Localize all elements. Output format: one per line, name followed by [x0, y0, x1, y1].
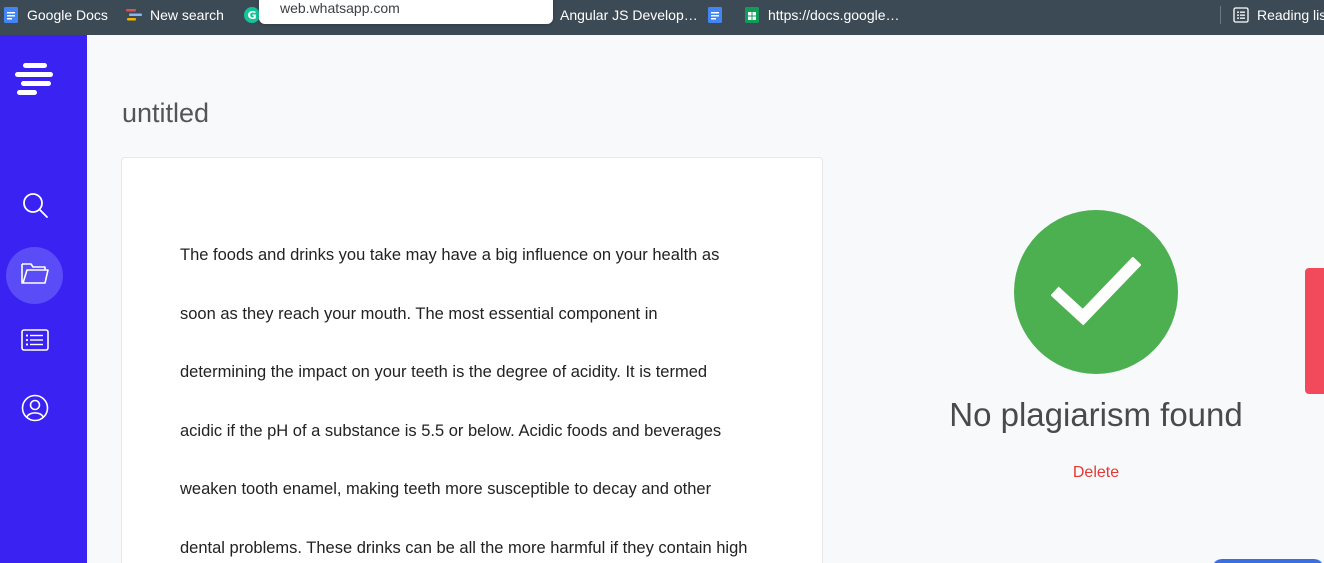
document-line: dental problems. These drinks can be all… — [180, 538, 748, 557]
document-line: soon as they reach your mouth. The most … — [180, 304, 658, 323]
google-docs-icon — [3, 7, 19, 23]
page-title[interactable]: untitled — [122, 98, 209, 129]
app-logo-icon[interactable] — [15, 63, 55, 104]
checkmark-icon — [1014, 210, 1178, 374]
bookmark-angular[interactable]: Angular JS Develop… — [560, 0, 698, 30]
document-line: The foods and drinks you take may have a… — [180, 246, 720, 264]
sidebar-item-list[interactable] — [6, 314, 63, 371]
list-icon — [20, 329, 49, 356]
bookmarks-bar: Google Docs New search G Angular JS Deve… — [0, 0, 1324, 35]
svg-text:G: G — [247, 9, 256, 22]
document-line: determining the impact on your teeth is … — [180, 363, 708, 382]
google-sheets-icon — [744, 7, 760, 23]
bookmark-label: Google Docs — [27, 7, 108, 23]
bookmarks-divider — [1220, 6, 1221, 24]
search-icon — [21, 191, 49, 224]
folder-icon — [20, 261, 50, 290]
plagiarism-result: No plagiarism found Delete — [930, 210, 1262, 482]
grammarly-icon: G — [244, 7, 260, 23]
bookmark-label: Reading lis — [1257, 7, 1324, 23]
sidebar-item-account[interactable] — [6, 382, 63, 439]
document-line: weaken tooth enamel, making teeth more s… — [180, 480, 712, 499]
document-card: The foods and drinks you take may have a… — [121, 157, 823, 563]
sidebar-item-documents[interactable] — [6, 247, 63, 304]
floating-action-button[interactable] — [1212, 559, 1324, 563]
bookmark-label: New search — [150, 7, 224, 23]
bookmark-google-docs[interactable]: Google Docs — [3, 0, 108, 30]
bookmark-label: https://docs.google… — [768, 7, 900, 23]
bookmark-new-search[interactable]: New search — [126, 0, 224, 30]
bookmark-reading-list[interactable]: Reading lis — [1233, 0, 1324, 30]
google-docs-icon — [707, 7, 723, 23]
result-message: No plagiarism found — [949, 396, 1243, 433]
bookmark-label: Angular JS Develop… — [560, 7, 698, 23]
reading-list-icon — [1233, 7, 1249, 23]
sidebar-item-search[interactable] — [6, 179, 63, 236]
bookmark-grammarly[interactable]: G — [244, 0, 260, 30]
document-text[interactable]: The foods and drinks you take may have a… — [180, 226, 780, 563]
delete-link[interactable]: Delete — [1073, 464, 1119, 482]
new-search-icon — [126, 7, 142, 23]
user-icon — [21, 394, 49, 427]
bookmark-google-docs-2[interactable] — [707, 0, 723, 30]
sidebar — [0, 35, 87, 563]
bookmark-google-sheets[interactable]: https://docs.google… — [744, 0, 900, 30]
feedback-side-tab[interactable] — [1305, 268, 1324, 394]
link-tooltip: web.whatsapp.com — [259, 0, 553, 24]
document-line: acidic if the pH of a substance is 5.5 o… — [180, 421, 722, 440]
